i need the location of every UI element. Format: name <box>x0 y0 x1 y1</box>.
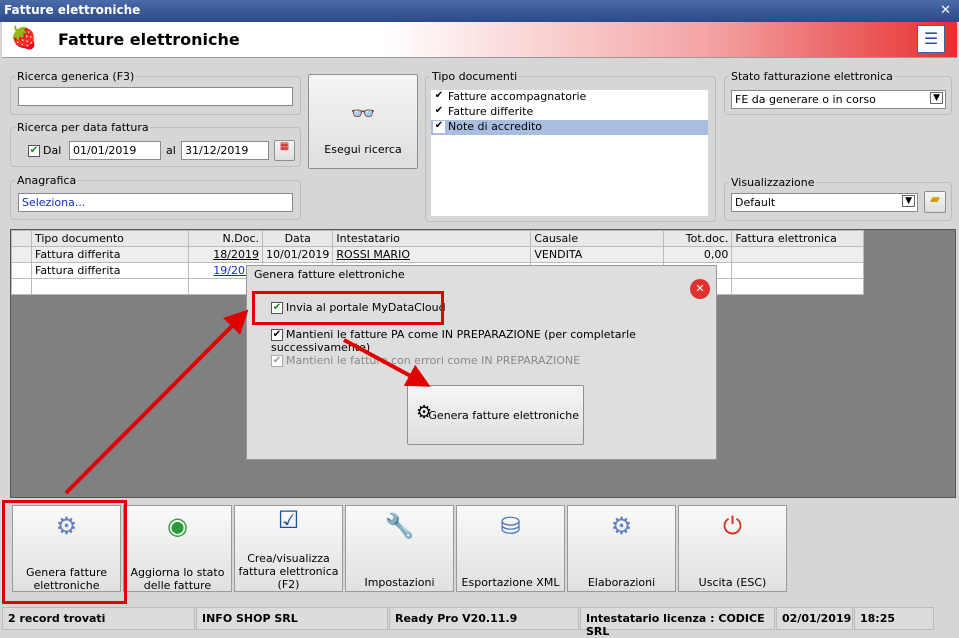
arrow-to-option <box>64 309 249 495</box>
arrow-to-dialog-button <box>343 338 431 387</box>
annotation-arrows <box>64 309 431 495</box>
